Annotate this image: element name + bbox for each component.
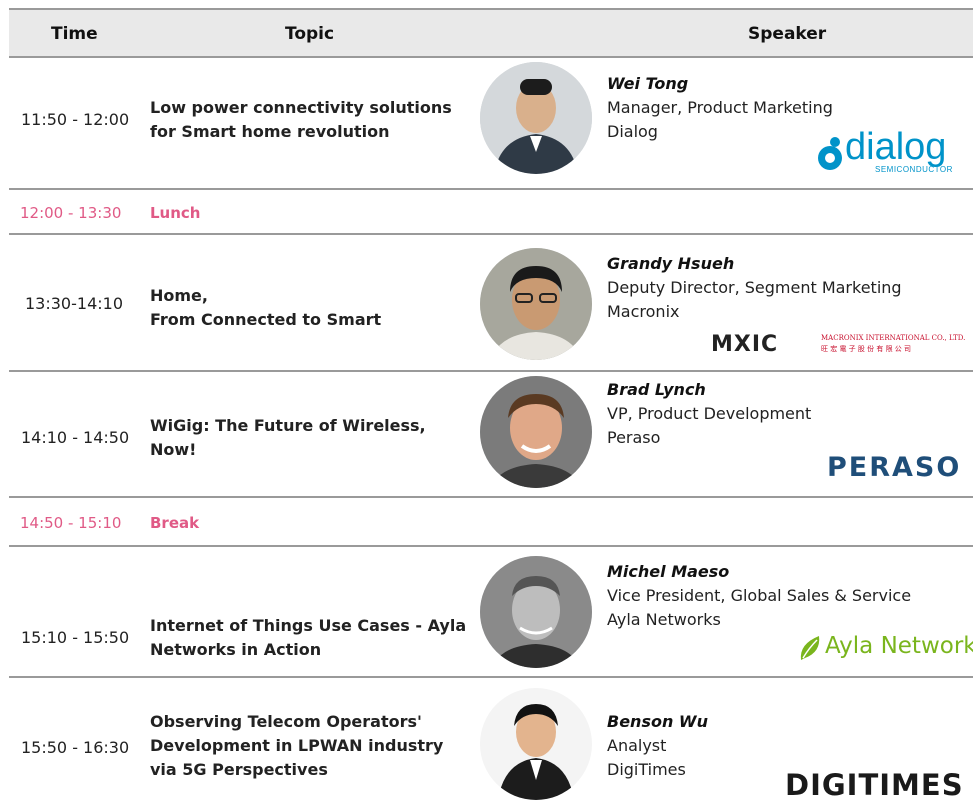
ayla-logo-text: Ayla Networks xyxy=(825,633,973,659)
agenda-row: 11:50 - 12:00 Low power connectivity sol… xyxy=(9,60,973,176)
ayla-logo: Ayla Networks xyxy=(797,632,973,664)
lunch-label: Lunch xyxy=(150,204,201,222)
agenda-page: Time Topic Speaker 11:50 - 12:00 Low pow… xyxy=(0,0,973,806)
speaker-title: VP, Product Development xyxy=(607,404,812,423)
speaker-photo xyxy=(480,248,592,360)
mxic-logo-text: MXIC xyxy=(711,332,779,357)
session-time: 15:10 - 15:50 xyxy=(21,628,130,647)
break-row: 14:50 - 15:10 Break xyxy=(9,508,973,540)
header-speaker: Speaker xyxy=(748,24,827,44)
speaker-company: Dialog xyxy=(607,122,658,141)
speaker-name: Benson Wu xyxy=(607,712,708,731)
dialog-logo: dialog SEMICONDUCTOR xyxy=(815,126,973,176)
session-time: 13:30-14:10 xyxy=(25,294,123,313)
header-time: Time xyxy=(51,24,98,44)
speaker-info: Benson Wu Analyst DigiTimes xyxy=(607,710,708,782)
session-topic: Home, From Connected to Smart xyxy=(150,284,470,332)
speaker-name: Brad Lynch xyxy=(607,380,706,399)
agenda-row: 15:10 - 15:50 Internet of Things Use Cas… xyxy=(9,548,973,670)
session-time: 14:10 - 14:50 xyxy=(21,428,130,447)
session-topic: Internet of Things Use Cases - Ayla Netw… xyxy=(150,616,467,659)
speaker-title: Vice President, Global Sales & Service xyxy=(607,586,912,605)
row-divider xyxy=(9,233,973,235)
break-time: 14:50 - 15:10 xyxy=(20,514,122,532)
peraso-logo: PERASO xyxy=(827,452,973,486)
dialog-logo-sub: SEMICONDUCTOR xyxy=(875,165,953,174)
row-divider xyxy=(9,188,973,190)
speaker-title: Deputy Director, Segment Marketing xyxy=(607,278,902,297)
session-topic: Low power connectivity solutions for Sma… xyxy=(150,98,452,141)
session-time: 11:50 - 12:00 xyxy=(21,110,130,129)
speaker-name: Michel Maeso xyxy=(607,562,730,581)
session-time: 15:50 - 16:30 xyxy=(21,738,130,757)
speaker-photo xyxy=(480,688,592,800)
speaker-photo xyxy=(480,376,592,488)
row-divider xyxy=(9,496,973,498)
session-topic: WiGig: The Future of Wireless, Now! xyxy=(150,416,426,459)
lunch-row: 12:00 - 13:30 Lunch xyxy=(9,198,973,230)
speaker-name: Grandy Hsueh xyxy=(607,254,735,273)
dialog-logo-text: dialog xyxy=(845,126,947,168)
header-topic: Topic xyxy=(285,24,335,44)
speaker-company: DigiTimes xyxy=(607,760,686,779)
speaker-company: Ayla Networks xyxy=(607,610,721,629)
mxic-logo-sub-chinese: 旺 宏 電 子 股 份 有 限 公 司 xyxy=(821,345,912,353)
lunch-time: 12:00 - 13:30 xyxy=(20,204,122,222)
speaker-info: Michel Maeso Vice President, Global Sale… xyxy=(607,560,911,632)
agenda-row: 15:50 - 16:30 Observing Telecom Operator… xyxy=(9,680,973,806)
leaf-icon xyxy=(800,636,820,660)
speaker-company: Macronix xyxy=(607,302,680,321)
speaker-company: Peraso xyxy=(607,428,661,447)
speaker-info: Grandy Hsueh Deputy Director, Segment Ma… xyxy=(607,252,902,324)
row-divider xyxy=(9,545,973,547)
speaker-photo xyxy=(480,556,592,668)
session-topic-line1: Home, xyxy=(150,286,208,305)
speaker-name: Wei Tong xyxy=(607,74,689,93)
mxic-logo: MXIC MACRONIX INTERNATIONAL CO., LTD. 旺 … xyxy=(709,332,973,357)
agenda-row: 14:10 - 14:50 WiGig: The Future of Wirel… xyxy=(9,372,973,490)
digitimes-logo: DIGITIMES xyxy=(785,768,973,804)
digitimes-logo-text: DIGITIMES xyxy=(785,768,964,802)
peraso-logo-text: PERASO xyxy=(827,452,962,483)
speaker-info: Brad Lynch VP, Product Development Peras… xyxy=(607,378,811,450)
agenda-row: 13:30-14:10 Home, From Connected to Smar… xyxy=(9,236,973,366)
speaker-title: Analyst xyxy=(607,736,667,755)
row-divider xyxy=(9,676,973,678)
session-topic: Observing Telecom Operators' Development… xyxy=(150,712,444,779)
table-header: Time Topic Speaker xyxy=(9,8,973,58)
break-label: Break xyxy=(150,514,200,532)
speaker-info: Wei Tong Manager, Product Marketing Dial… xyxy=(607,72,833,144)
dialog-mark-icon xyxy=(818,137,842,170)
session-topic-line2: From Connected to Smart xyxy=(150,310,382,329)
mxic-logo-sub: MACRONIX INTERNATIONAL CO., LTD. xyxy=(821,334,966,342)
speaker-photo xyxy=(480,62,592,174)
speaker-title: Manager, Product Marketing xyxy=(607,98,833,117)
